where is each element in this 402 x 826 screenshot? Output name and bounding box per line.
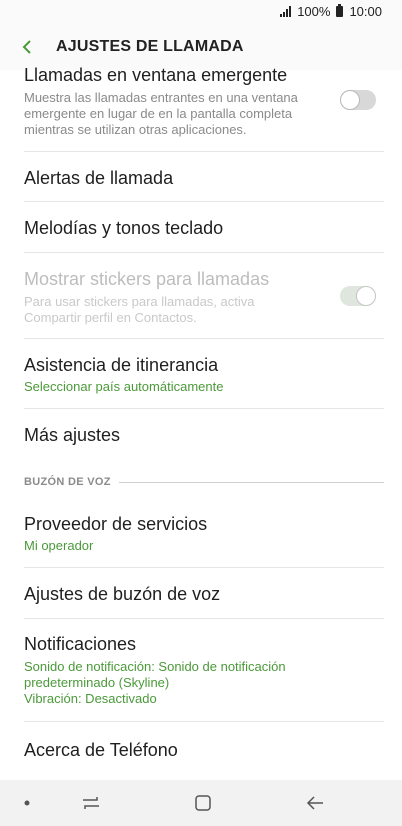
item-title: Mostrar stickers para llamadas	[24, 269, 270, 289]
toggle-knob	[356, 286, 376, 306]
list-item-popup-calls[interactable]: Llamadas en ventana emergente Muestra la…	[24, 64, 384, 138]
recents-icon[interactable]	[80, 793, 102, 813]
divider	[24, 721, 384, 722]
list-item-stickers[interactable]: Mostrar stickers para llamadas Para usar…	[24, 268, 384, 326]
item-title: Alertas de llamada	[24, 168, 174, 188]
status-bar-right: 100% 10:00	[280, 4, 382, 19]
battery-percent: 100%	[297, 4, 331, 19]
list-item-notifications[interactable]: Notificaciones Sonido de notificación: S…	[24, 633, 384, 707]
subtitle-line: emergente en lugar de en la pantalla com…	[24, 106, 293, 121]
list-item-ringtones[interactable]: Melodías y tonos teclado	[24, 217, 384, 239]
item-title: Ajustes de buzón de voz	[24, 584, 221, 604]
divider	[24, 252, 384, 253]
subtitle-line: predeterminado (Skyline)	[24, 675, 170, 690]
popup-calls-toggle[interactable]	[340, 90, 376, 110]
toggle-knob	[340, 90, 360, 110]
divider	[24, 338, 384, 339]
list-item-voicemail-settings[interactable]: Ajustes de buzón de voz	[24, 583, 384, 605]
back-button[interactable]	[14, 34, 40, 60]
dot-icon[interactable]	[16, 793, 38, 813]
signal-icon	[280, 6, 292, 17]
list-item-about-phone[interactable]: Acerca de Teléfono	[24, 739, 384, 761]
battery-icon	[336, 4, 344, 17]
item-subtitle: Muestra las llamadas entrantes en una ve…	[24, 90, 324, 138]
divider	[24, 151, 384, 152]
section-header-voicemail: BUZÓN DE VOZ	[24, 476, 384, 488]
divider	[24, 567, 384, 568]
subtitle-line: mientras se utilizan otras aplicaciones.	[24, 122, 247, 137]
list-item-call-alerts[interactable]: Alertas de llamada	[24, 167, 384, 189]
item-title: Más ajustes	[24, 425, 121, 445]
list-item-service-provider[interactable]: Proveedor de servicios Mi operador	[24, 513, 384, 554]
item-title: Acerca de Teléfono	[24, 740, 178, 760]
subtitle-line: Para usar stickers para llamadas, activa	[24, 294, 255, 309]
section-header-label: BUZÓN DE VOZ	[24, 476, 111, 488]
settings-list[interactable]: Llamadas en ventana emergente Muestra la…	[0, 62, 402, 780]
item-title: Proveedor de servicios	[24, 514, 208, 534]
divider	[24, 201, 384, 202]
chevron-left-icon	[22, 40, 31, 54]
section-header-line	[118, 481, 384, 483]
status-bar: 100% 10:00	[0, 0, 402, 24]
item-subtitle: Sonido de notificación: Sonido de notifi…	[24, 659, 384, 707]
item-subtitle: Seleccionar país automáticamente	[24, 379, 224, 394]
navigation-bar	[0, 780, 402, 826]
item-subtitle: Para usar stickers para llamadas, activa…	[24, 294, 324, 326]
stickers-toggle[interactable]	[340, 286, 376, 306]
back-icon[interactable]	[304, 793, 326, 813]
item-title: Llamadas en ventana emergente	[24, 65, 288, 85]
list-item-more-settings[interactable]: Más ajustes	[24, 424, 384, 446]
clock: 10:00	[349, 4, 382, 19]
subtitle-line: Compartir perfil en Contactos.	[24, 310, 197, 325]
subtitle-line: Sonido de notificación: Sonido de notifi…	[24, 659, 286, 674]
divider	[24, 408, 384, 409]
divider	[24, 618, 384, 619]
subtitle-line: Vibración: Desactivado	[24, 691, 157, 706]
item-subtitle: Mi operador	[24, 538, 94, 553]
item-title: Asistencia de itinerancia	[24, 355, 219, 375]
item-title: Notificaciones	[24, 634, 137, 654]
page-title: AJUSTES DE LLAMADA	[56, 38, 244, 55]
home-icon[interactable]	[192, 793, 214, 813]
item-title: Melodías y tonos teclado	[24, 218, 224, 238]
list-item-roaming[interactable]: Asistencia de itinerancia Seleccionar pa…	[24, 354, 384, 395]
subtitle-line: Muestra las llamadas entrantes en una ve…	[24, 90, 298, 105]
